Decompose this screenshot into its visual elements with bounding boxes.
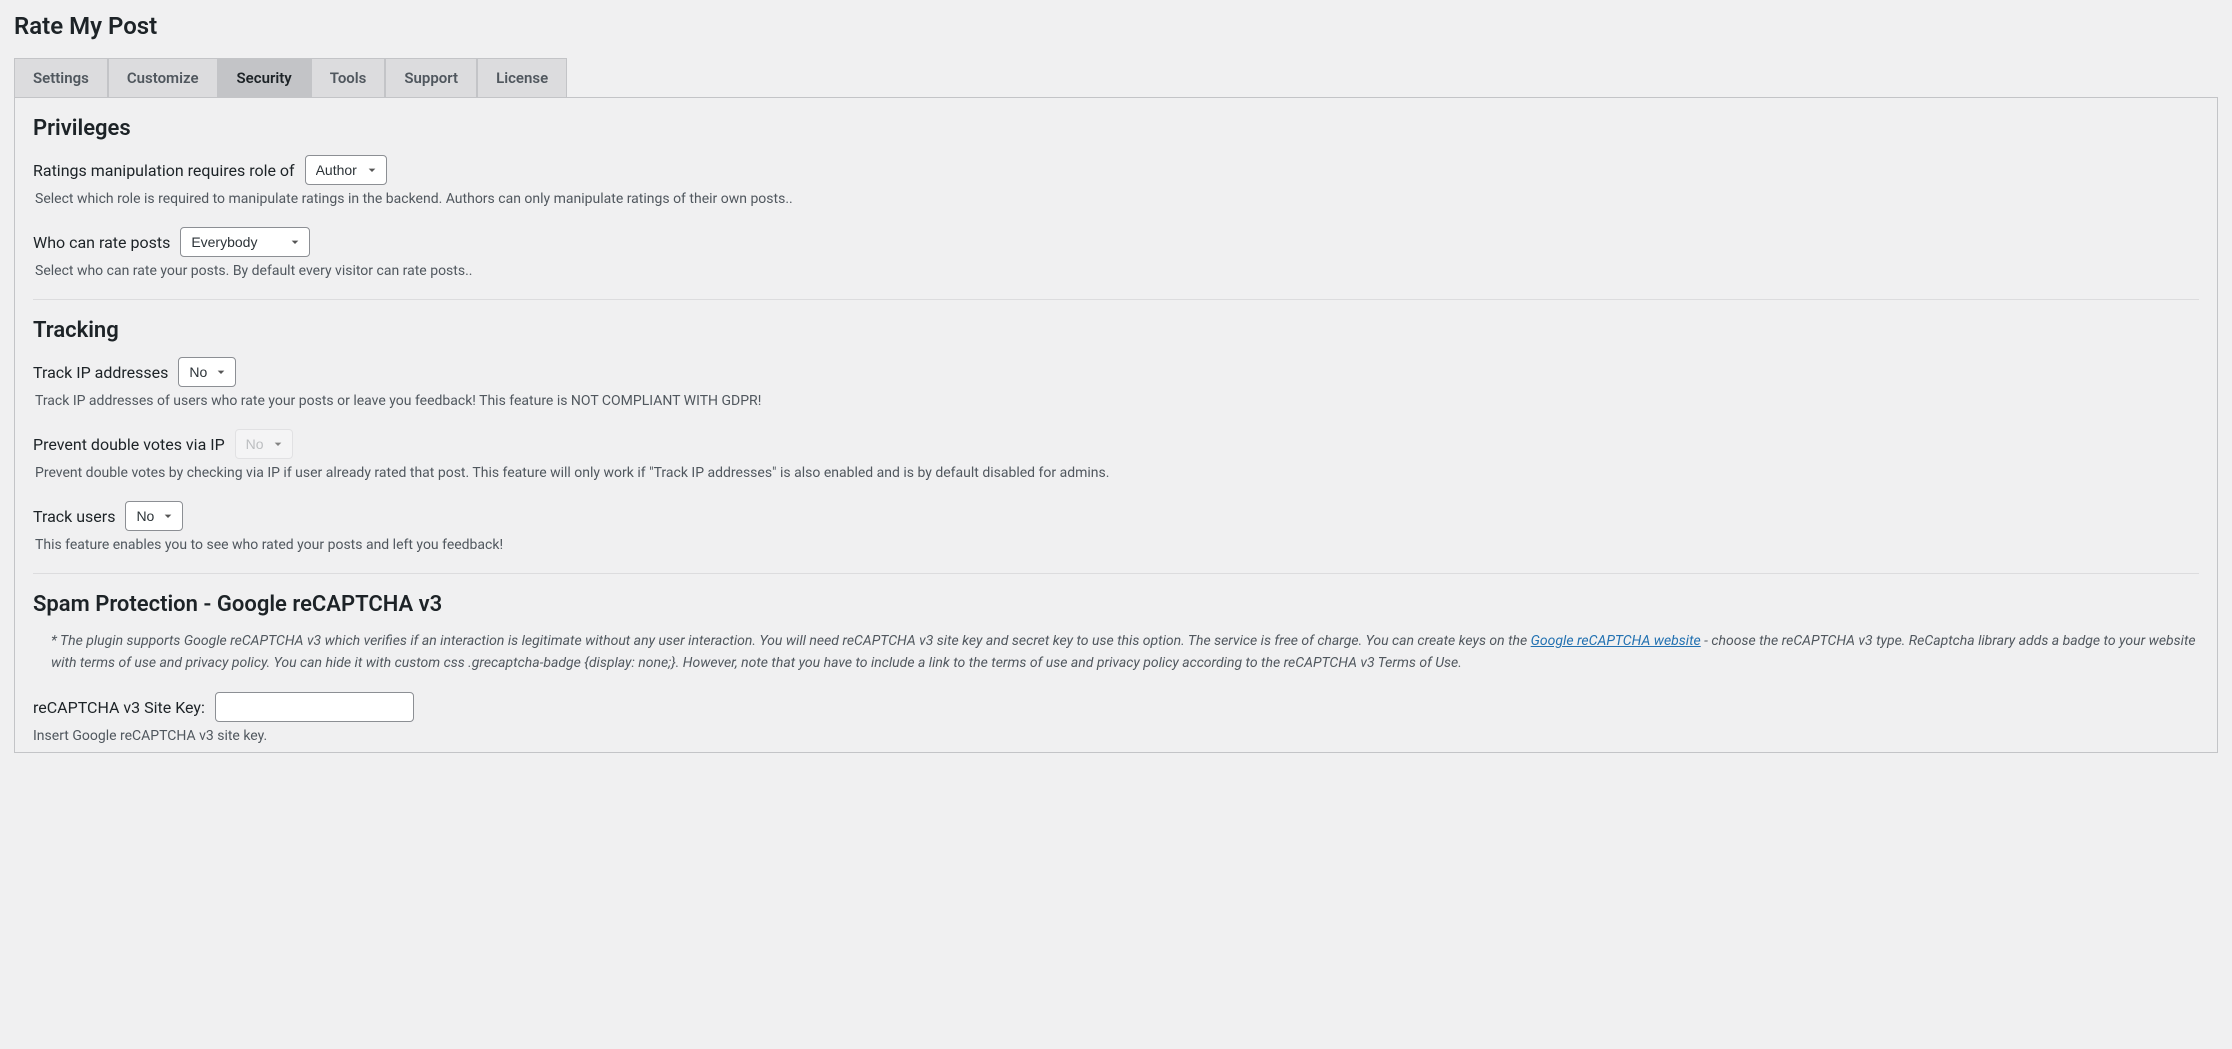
field-track-ip-desc: Track IP addresses of users who rate you…	[33, 393, 2199, 409]
tab-customize[interactable]: Customize	[108, 58, 218, 97]
track-users-select[interactable]: No	[125, 501, 183, 531]
role-select[interactable]: Author	[305, 155, 387, 185]
field-track-users: Track users No	[33, 501, 2199, 531]
field-role: Ratings manipulation requires role of Au…	[33, 155, 2199, 185]
field-track-ip-label: Track IP addresses	[33, 363, 168, 382]
field-role-desc: Select which role is required to manipul…	[33, 191, 2199, 207]
field-sitekey-desc: Insert Google reCAPTCHA v3 site key.	[33, 728, 2199, 744]
field-sitekey: reCAPTCHA v3 Site Key:	[33, 692, 2199, 722]
tab-settings[interactable]: Settings	[14, 58, 108, 97]
nav-tabs: Settings Customize Security Tools Suppor…	[14, 58, 2218, 98]
field-track-users-label: Track users	[33, 507, 115, 526]
field-track-ip: Track IP addresses No	[33, 357, 2199, 387]
sitekey-input[interactable]	[215, 692, 414, 722]
tab-tools[interactable]: Tools	[311, 58, 386, 97]
tab-license[interactable]: License	[477, 58, 567, 97]
field-who-desc: Select who can rate your posts. By defau…	[33, 263, 2199, 279]
field-sitekey-label: reCAPTCHA v3 Site Key:	[33, 698, 205, 717]
section-title-spam: Spam Protection - Google reCAPTCHA v3	[33, 592, 2199, 617]
field-prevent-double-desc: Prevent double votes by checking via IP …	[33, 465, 2199, 481]
prevent-double-select: No	[235, 429, 293, 459]
tab-support[interactable]: Support	[385, 58, 477, 97]
field-who-label: Who can rate posts	[33, 233, 170, 252]
field-prevent-double-label: Prevent double votes via IP	[33, 435, 225, 454]
spam-intro: * The plugin supports Google reCAPTCHA v…	[33, 631, 2199, 674]
divider	[33, 573, 2199, 574]
divider	[33, 299, 2199, 300]
tab-content-security: Privileges Ratings manipulation requires…	[14, 98, 2218, 753]
tab-security[interactable]: Security	[218, 58, 311, 97]
section-title-privileges: Privileges	[33, 116, 2199, 141]
spam-intro-before: * The plugin supports Google reCAPTCHA v…	[51, 633, 1531, 649]
page-title: Rate My Post	[14, 0, 2218, 58]
field-role-label: Ratings manipulation requires role of	[33, 161, 295, 180]
field-track-users-desc: This feature enables you to see who rate…	[33, 537, 2199, 553]
recaptcha-link[interactable]: Google reCAPTCHA website	[1531, 633, 1701, 649]
track-ip-select[interactable]: No	[178, 357, 236, 387]
who-select[interactable]: Everybody	[180, 227, 310, 257]
section-title-tracking: Tracking	[33, 318, 2199, 343]
field-prevent-double: Prevent double votes via IP No	[33, 429, 2199, 459]
field-who: Who can rate posts Everybody	[33, 227, 2199, 257]
